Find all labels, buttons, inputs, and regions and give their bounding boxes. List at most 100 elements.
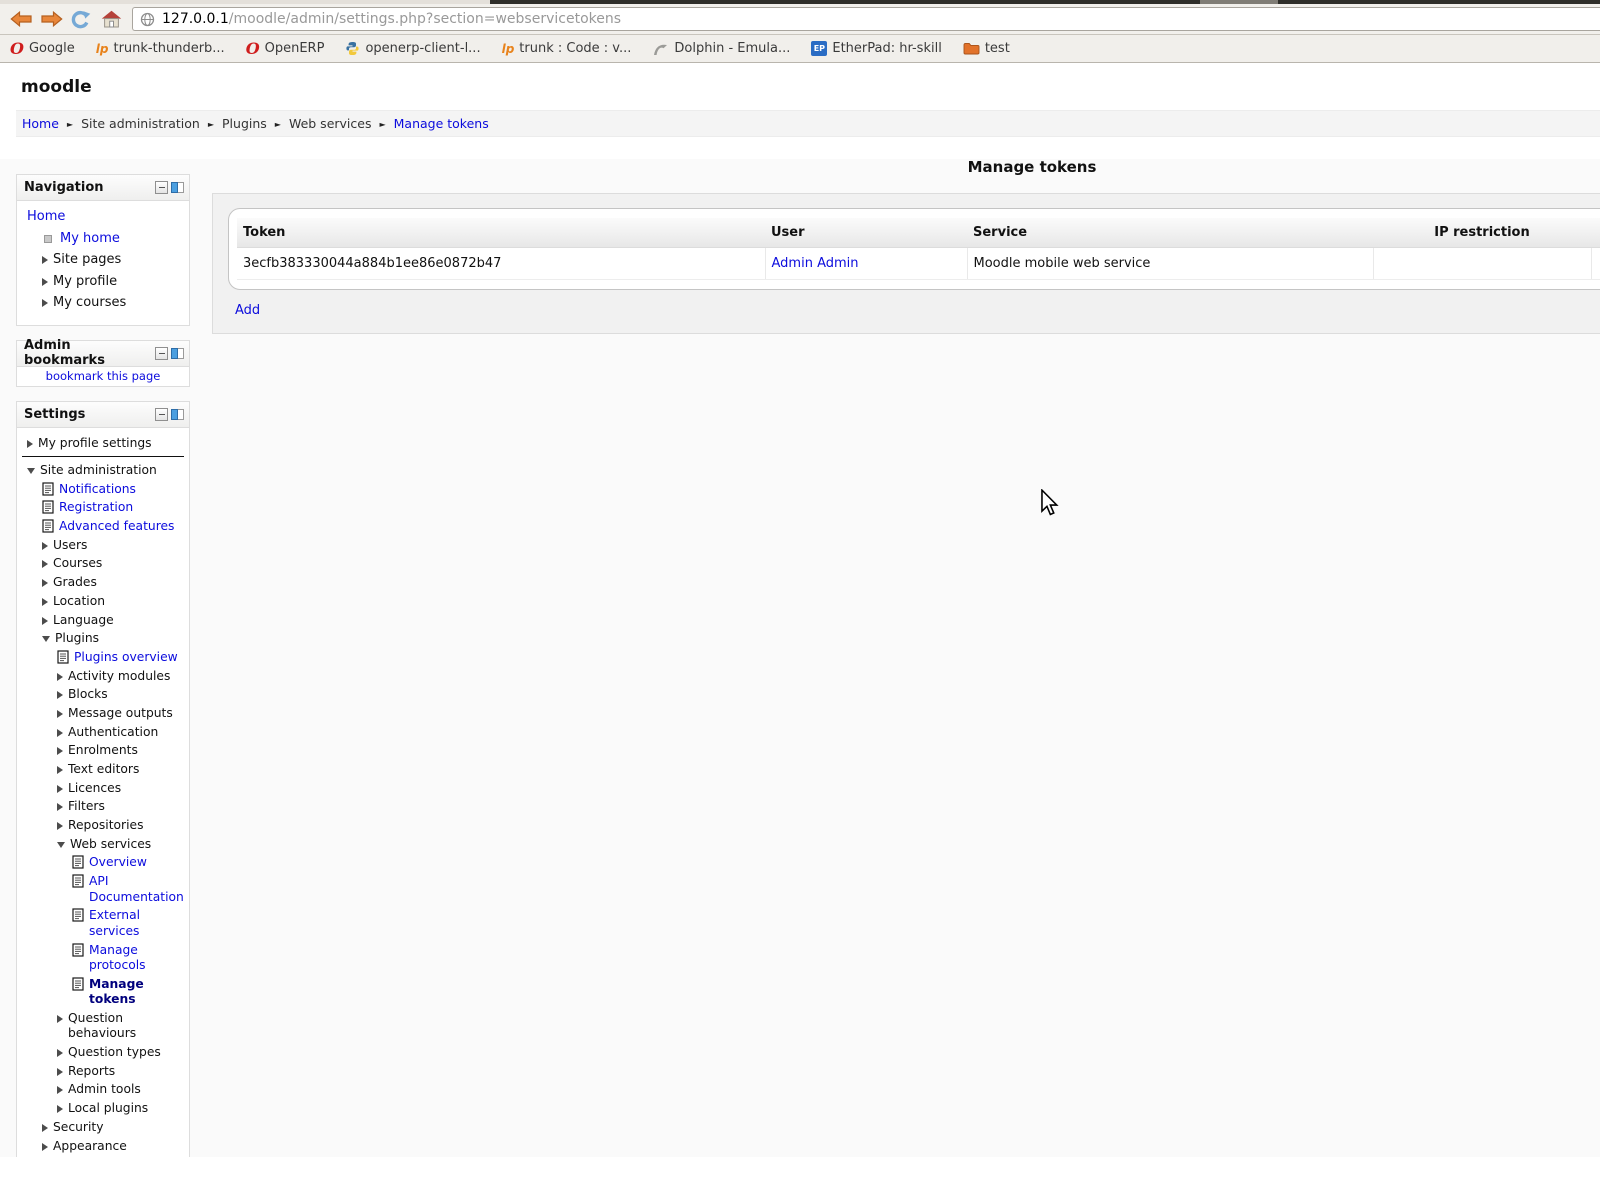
triangle-right-icon[interactable] bbox=[57, 710, 63, 718]
triangle-right-icon[interactable] bbox=[42, 299, 48, 307]
add-token-link[interactable]: Add bbox=[235, 303, 260, 318]
tree-item-label[interactable]: Licences bbox=[68, 781, 121, 797]
triangle-down-icon[interactable] bbox=[42, 636, 50, 642]
opera-o-icon: O bbox=[10, 42, 24, 56]
tree-item-label[interactable]: Overview bbox=[89, 855, 147, 871]
triangle-right-icon[interactable] bbox=[57, 691, 63, 699]
tree-item: Text editors bbox=[21, 762, 185, 778]
collapse-block-icon[interactable] bbox=[155, 347, 168, 360]
bookmark-item[interactable]: test bbox=[963, 41, 1010, 56]
tree-item-label[interactable]: My profile settings bbox=[38, 436, 152, 452]
triangle-right-icon[interactable] bbox=[57, 673, 63, 681]
tree-item-label[interactable]: Site administration bbox=[40, 463, 157, 479]
tree-item-label[interactable]: Activity modules bbox=[68, 669, 170, 685]
dock-block-icon[interactable] bbox=[171, 182, 184, 193]
triangle-down-icon[interactable] bbox=[57, 842, 65, 848]
tree-item-label[interactable]: Notifications bbox=[59, 482, 136, 498]
tree-item-label[interactable]: Manage protocols bbox=[89, 943, 185, 974]
dock-block-icon[interactable] bbox=[171, 409, 184, 420]
triangle-right-icon[interactable] bbox=[42, 278, 48, 286]
tree-item-label[interactable]: Home bbox=[27, 209, 65, 225]
triangle-right-icon[interactable] bbox=[42, 542, 48, 550]
breadcrumb-item[interactable]: Manage tokens bbox=[394, 116, 489, 131]
tree-item-label[interactable]: Local plugins bbox=[68, 1101, 148, 1117]
bookmark-label: test bbox=[985, 41, 1010, 56]
triangle-right-icon[interactable] bbox=[57, 1105, 63, 1113]
home-button[interactable] bbox=[96, 6, 126, 32]
collapse-block-icon[interactable] bbox=[155, 181, 168, 194]
tree-item-label[interactable]: External services bbox=[89, 908, 185, 939]
reload-button[interactable] bbox=[66, 6, 96, 32]
triangle-right-icon[interactable] bbox=[57, 1068, 63, 1076]
bookmark-item[interactable]: OGoogle bbox=[10, 41, 75, 56]
bookmark-this-page-link[interactable]: bookmark this page bbox=[46, 369, 161, 383]
tree-item-label[interactable]: Question behaviours bbox=[68, 1011, 185, 1042]
tree-item-label[interactable]: API Documentation bbox=[89, 874, 185, 905]
tree-item-label[interactable]: Courses bbox=[53, 556, 102, 572]
tree-item-label[interactable]: Advanced features bbox=[59, 519, 174, 535]
tree-item-label[interactable]: Location bbox=[53, 594, 105, 610]
bullet-square-icon bbox=[44, 235, 52, 243]
triangle-right-icon[interactable] bbox=[42, 256, 48, 264]
bookmark-item[interactable]: OOpenERP bbox=[246, 41, 325, 56]
tree-item-label[interactable]: Admin tools bbox=[68, 1082, 141, 1098]
tree-item-label[interactable]: Manage tokens bbox=[89, 977, 185, 1008]
triangle-right-icon[interactable] bbox=[57, 822, 63, 830]
back-button[interactable] bbox=[6, 6, 36, 32]
collapse-block-icon[interactable] bbox=[155, 408, 168, 421]
tree-item-label[interactable]: Language bbox=[53, 613, 114, 629]
tree-item-label[interactable]: Site pages bbox=[53, 252, 121, 268]
tree-item-label[interactable]: Authentication bbox=[68, 725, 158, 741]
tree-item-label[interactable]: Security bbox=[53, 1120, 104, 1136]
tree-item-label[interactable]: Reports bbox=[68, 1064, 115, 1080]
triangle-right-icon[interactable] bbox=[42, 579, 48, 587]
triangle-right-icon[interactable] bbox=[57, 1086, 63, 1094]
triangle-right-icon[interactable] bbox=[42, 560, 48, 568]
tree-item-label[interactable]: My profile bbox=[53, 274, 117, 290]
triangle-right-icon[interactable] bbox=[57, 803, 63, 811]
breadcrumb-item[interactable]: Home bbox=[22, 116, 59, 131]
triangle-right-icon[interactable] bbox=[42, 1143, 48, 1151]
tree-item-label[interactable]: My home bbox=[60, 231, 120, 247]
tree-item-label[interactable]: Text editors bbox=[68, 762, 139, 778]
tree-item-label[interactable]: Web services bbox=[70, 837, 151, 853]
triangle-right-icon[interactable] bbox=[57, 766, 63, 774]
triangle-right-icon[interactable] bbox=[57, 1015, 63, 1023]
bookmark-item[interactable]: Dolphin - Emula... bbox=[652, 41, 790, 56]
triangle-right-icon[interactable] bbox=[42, 598, 48, 606]
tree-item: Plugins bbox=[21, 631, 185, 647]
triangle-right-icon[interactable] bbox=[57, 1049, 63, 1057]
triangle-right-icon[interactable] bbox=[42, 1124, 48, 1132]
dock-block-icon[interactable] bbox=[171, 348, 184, 359]
tree-item-label[interactable]: Appearance bbox=[53, 1139, 127, 1155]
tree-item-label[interactable]: Registration bbox=[59, 500, 133, 516]
home-icon bbox=[101, 10, 122, 28]
triangle-right-icon[interactable] bbox=[27, 440, 33, 448]
triangle-right-icon[interactable] bbox=[57, 729, 63, 737]
bookmark-item[interactable]: lptrunk-thunderb... bbox=[96, 41, 225, 56]
triangle-right-icon[interactable] bbox=[42, 617, 48, 625]
tree-item-label[interactable]: Plugins bbox=[55, 631, 99, 647]
tree-item-label[interactable]: Enrolments bbox=[68, 743, 138, 759]
tree-item-label[interactable]: Grades bbox=[53, 575, 97, 591]
triangle-down-icon[interactable] bbox=[27, 468, 35, 474]
triangle-right-icon[interactable] bbox=[57, 785, 63, 793]
tree-item-label[interactable]: Plugins overview bbox=[74, 650, 178, 666]
url-bar[interactable]: 127.0.0.1/moodle/admin/settings.php?sect… bbox=[132, 7, 1600, 31]
token-cell: 3ecfb383330044a884b1ee86e0872b47 bbox=[237, 248, 765, 280]
column-header: V bbox=[1591, 218, 1600, 248]
tree-item-label[interactable]: Blocks bbox=[68, 687, 108, 703]
bookmark-label: EtherPad: hr-skill bbox=[832, 41, 941, 56]
user-link[interactable]: Admin Admin bbox=[772, 256, 859, 271]
forward-button[interactable] bbox=[36, 6, 66, 32]
tree-item-label[interactable]: Repositories bbox=[68, 818, 144, 834]
tree-item-label[interactable]: Message outputs bbox=[68, 706, 173, 722]
tree-item-label[interactable]: Question types bbox=[68, 1045, 161, 1061]
tree-item-label[interactable]: Filters bbox=[68, 799, 105, 815]
tree-item-label[interactable]: Users bbox=[53, 538, 87, 554]
triangle-right-icon[interactable] bbox=[57, 747, 63, 755]
bookmark-item[interactable]: openerp-client-l... bbox=[345, 41, 480, 56]
bookmark-item[interactable]: EPEtherPad: hr-skill bbox=[811, 41, 941, 56]
bookmark-item[interactable]: lptrunk : Code : v... bbox=[502, 41, 632, 56]
tree-item-label[interactable]: My courses bbox=[53, 295, 126, 311]
